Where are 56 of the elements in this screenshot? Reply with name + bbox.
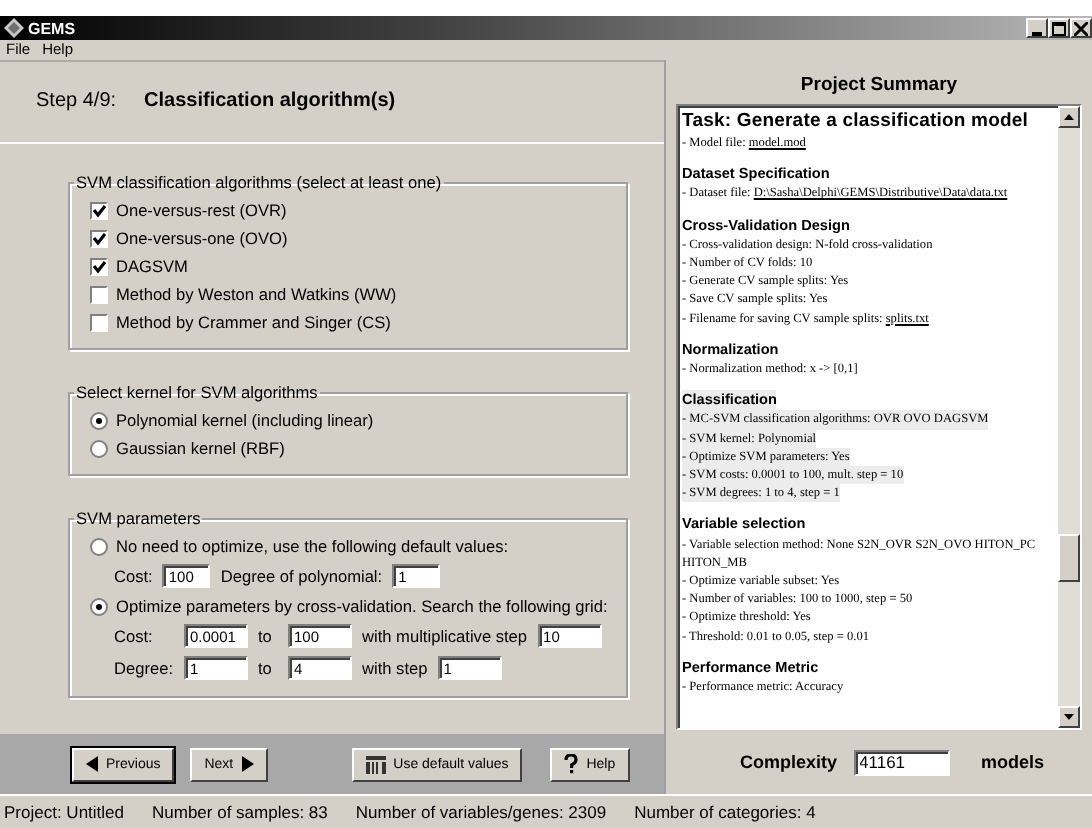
left-triangle-icon <box>86 756 98 772</box>
field-label: Cost: <box>114 626 155 646</box>
radio-button[interactable] <box>90 597 108 615</box>
status-text: Number of categories: 4 <box>634 802 816 822</box>
up-arrow-icon <box>1064 114 1074 120</box>
status-text: Project: Untitled <box>4 802 124 822</box>
minimize-button[interactable] <box>1026 18 1048 38</box>
checkbox[interactable] <box>90 257 108 275</box>
step-number: Step 4/9: <box>36 90 117 112</box>
down-arrow-icon <box>1064 714 1074 721</box>
radio-label: No need to optimize, use the following default values: <box>116 536 509 556</box>
grid-icon <box>365 755 386 773</box>
group-label: SVM parameters <box>74 508 203 528</box>
maximize-button[interactable] <box>1048 18 1070 38</box>
complexity-label: Complexity <box>740 752 838 773</box>
field-label: with step <box>362 658 428 678</box>
scroll-down-button[interactable] <box>1058 706 1080 729</box>
scrollbar[interactable] <box>1058 106 1080 729</box>
group-label: Select kernel for SVM algorithms <box>74 382 320 402</box>
close-button[interactable] <box>1070 18 1092 38</box>
complexity-field[interactable]: 41161 <box>853 749 950 776</box>
field-label: Degree: <box>114 658 174 678</box>
status-text: Number of samples: 83 <box>152 802 328 822</box>
maximize-icon <box>1052 21 1066 35</box>
checkbox[interactable] <box>90 229 108 247</box>
summary-title: Task: Generate a classification model <box>682 110 1031 134</box>
radio-label: Optimize parameters by cross-validation. Search the following grid: <box>116 596 608 616</box>
radio-label: Polynomial kernel (including linear) <box>116 410 374 430</box>
checkbox-label: Method by Weston and Watkins (WW) <box>116 284 397 304</box>
scroll-up-button[interactable] <box>1058 106 1080 128</box>
checkbox-label: One-versus-rest (OVR) <box>116 200 287 220</box>
question-mark-icon <box>564 754 579 774</box>
scroll-thumb[interactable] <box>1058 534 1080 583</box>
checkbox-label: Method by Crammer and Singer (CS) <box>116 312 391 332</box>
window-title: GEMS <box>28 19 78 37</box>
group-label: SVM classification algorithms (select at least one) <box>74 172 444 192</box>
field-label: Degree of polynomial: <box>220 566 383 586</box>
field-label: with multiplicative step <box>362 626 528 646</box>
field-label: to <box>258 626 274 646</box>
step-title: Classification algorithm(s) <box>144 90 396 112</box>
radio-button[interactable] <box>90 411 108 429</box>
panel-title: Project Summary <box>798 72 960 100</box>
checkbox-label: One-versus-one (OVO) <box>116 228 288 248</box>
radio-button[interactable] <box>90 537 108 555</box>
checkbox[interactable] <box>90 201 108 219</box>
close-icon <box>1074 21 1088 35</box>
checkbox[interactable] <box>90 313 108 331</box>
checkbox-label: DAGSVM <box>116 256 188 276</box>
radio-label: Gaussian kernel (RBF) <box>116 438 285 458</box>
radio-button[interactable] <box>90 439 108 457</box>
status-text: Number of variables/genes: 2309 <box>355 802 607 822</box>
checkbox[interactable] <box>90 285 108 303</box>
unit-label: models <box>981 752 1045 773</box>
right-triangle-icon <box>241 756 254 772</box>
field-label: Cost: <box>114 566 153 586</box>
field-label: to <box>258 658 274 678</box>
